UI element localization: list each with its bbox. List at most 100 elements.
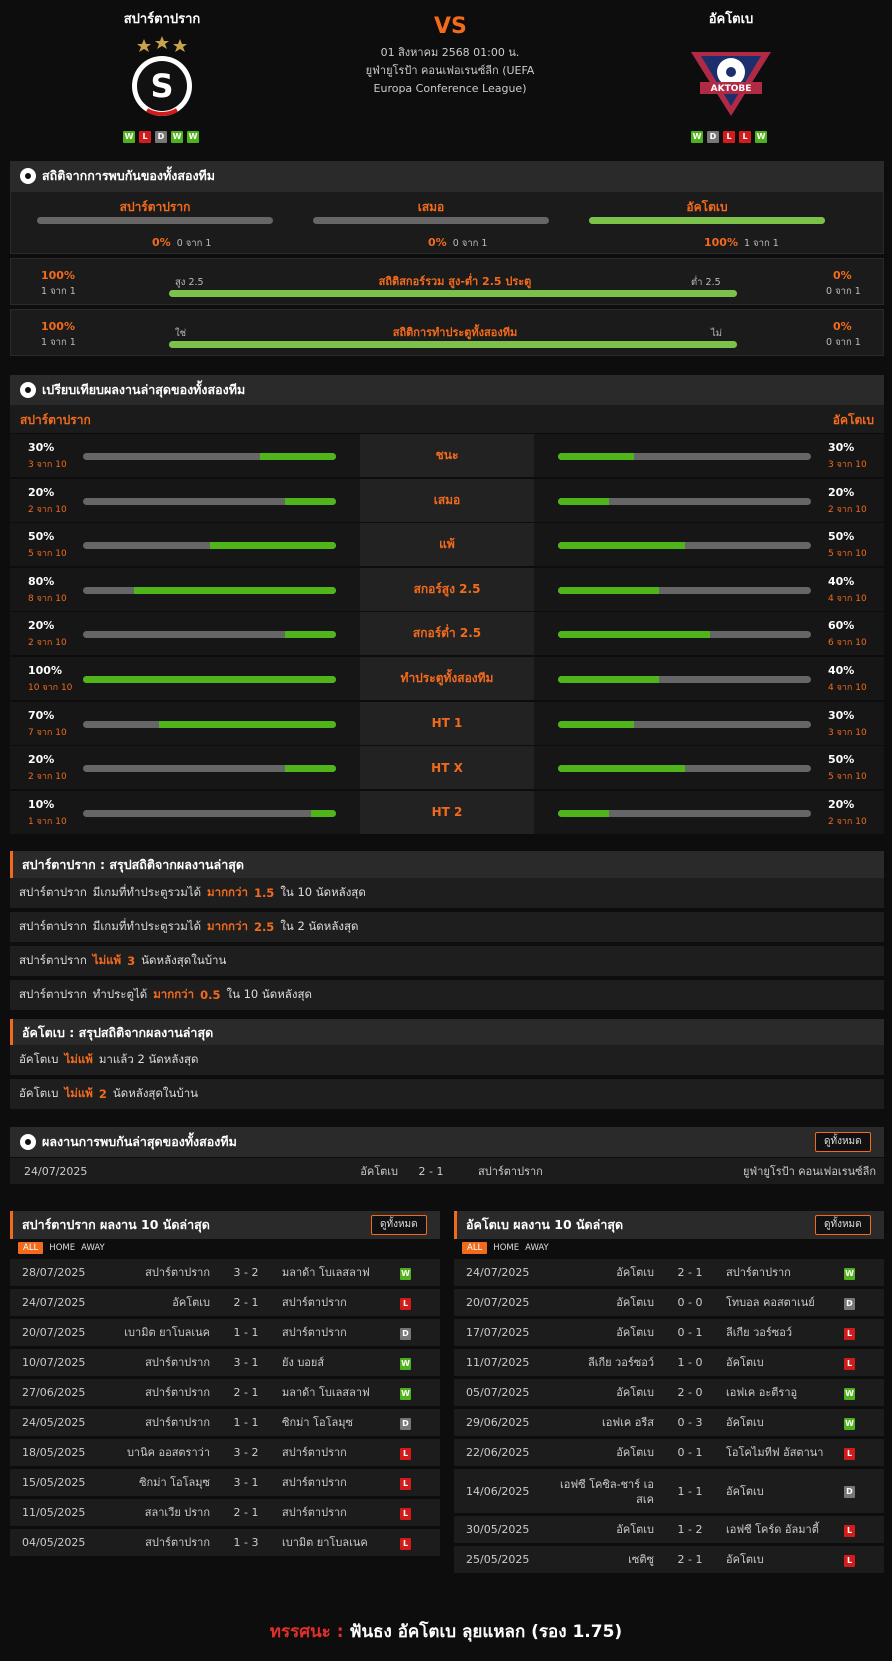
match-away: สปาร์ตาปราก	[282, 1296, 347, 1309]
summary-highlight: มากกว่า	[207, 919, 248, 933]
match-home: อัคโตเบ	[616, 1523, 654, 1536]
match-row[interactable]: 28/07/2025 สปาร์ตาปราก 3 - 2 มลาด้า โบเลสลา…	[10, 1259, 440, 1287]
btts-left-pct: 100%	[41, 320, 75, 333]
match-row[interactable]: 20/07/2025 เบามิต ยาโบลเนค 1 - 1 สปาร์ตาปรา…	[10, 1319, 440, 1347]
match-date: 10/07/2025	[22, 1356, 86, 1369]
summary-team: สปาร์ตาปราก	[19, 885, 87, 899]
h2h-view-all-button[interactable]: ดูทั้งหมด	[815, 1132, 871, 1152]
match-row[interactable]: 14/06/2025 เอฟซี โคซิล-ชาร์ เอสเค 1 - 1 อัค…	[454, 1469, 884, 1514]
compare-home-pct: 20%	[28, 753, 55, 767]
match-away: ยัง บอยส์	[282, 1356, 325, 1369]
ou-bar-fill	[169, 290, 737, 297]
match-away: อัคโตเบ	[726, 1553, 764, 1566]
compare-away-value: 50% 5 จาก 10	[828, 530, 867, 560]
tab-home[interactable]: HOME	[493, 1243, 519, 1253]
h2h-stats-title: สถิติจากการพบกันของทั้งสองทีม	[42, 168, 216, 183]
compare-home-pct: 20%	[28, 619, 55, 633]
compare-away-bar	[558, 586, 811, 594]
match-home: อัคโตเบ	[616, 1446, 654, 1459]
compare-away-bar-fill	[558, 809, 609, 817]
match-result-badge: W	[844, 1267, 855, 1280]
match-away: สปาร์ตาปราก	[282, 1446, 347, 1459]
compare-home-value: 70% 7 จาก 10	[28, 709, 67, 739]
match-date: 14/06/2025	[466, 1485, 530, 1498]
match-row[interactable]: 27/06/2025 สปาร์ตาปราก 2 - 1 มลาด้า โบเลสลา…	[10, 1379, 440, 1407]
match-row[interactable]: 22/06/2025 อัคโตเบ 0 - 1 โอโคไมทีฟ อัสตานา L	[454, 1439, 884, 1467]
compare-home-sub: 1 จาก 10	[28, 816, 67, 827]
compare-away-sub: 5 จาก 10	[828, 549, 867, 560]
compare-home-name: สปาร์ตาปราก	[20, 413, 91, 427]
compare-away-value: 30% 3 จาก 10	[828, 709, 867, 739]
match-result-badge: W	[400, 1387, 411, 1400]
summary-row: อัคโตเบ ไม่แพ้ 2 นัดหลังสุดในบ้าน	[10, 1079, 884, 1109]
match-row[interactable]: 18/05/2025 บานิค ออสตราว่า 3 - 2 สปาร์ตาปรา…	[10, 1439, 440, 1467]
match-score: 3 - 2	[233, 1266, 259, 1279]
match-row[interactable]: 25/05/2025 เซติซู 2 - 1 อัคโตเบ L	[454, 1546, 884, 1574]
match-home: ลีเกีย วอร์ซอว์	[587, 1356, 654, 1369]
match-home: สปาร์ตาปราก	[145, 1386, 210, 1399]
h2h-col: เสมอ 0% 0 จาก 1	[313, 192, 549, 252]
h2h-col-label: เสมอ	[417, 200, 445, 214]
h2h-col: สปาร์ตาปราก 0% 0 จาก 1	[37, 192, 273, 252]
match-row[interactable]: 20/07/2025 อัคโตเบ 0 - 0 โทบอล คอสตาเนย์ D	[454, 1289, 884, 1317]
compare-team-row: สปาร์ตาปราก อัคโตเบ	[10, 405, 884, 433]
match-date: 11/07/2025	[466, 1356, 530, 1369]
tab-away[interactable]: AWAY	[81, 1243, 105, 1253]
match-result-badge: L	[844, 1554, 855, 1567]
form-badge: W	[755, 131, 767, 143]
home-last10-view-all[interactable]: ดูทั้งหมด	[371, 1215, 427, 1235]
compare-away-bar	[558, 453, 811, 460]
match-row[interactable]: 24/07/2025 อัคโตเบ 2 - 1 สปาร์ตาปราก L	[10, 1289, 440, 1317]
compare-row: 50% 5 จาก 10 แพ้ 50% 5 จาก 10	[10, 523, 884, 568]
match-result-badge: L	[400, 1507, 411, 1520]
summary-text: มีเกมที่ทำประตูรวมได้	[92, 919, 202, 933]
compare-home-bar-fill	[83, 676, 336, 683]
compare-away-sub: 2 จาก 10	[828, 816, 867, 827]
match-row[interactable]: 04/05/2025 สปาร์ตาปราก 1 - 3 เบามิต ยาโบลเน…	[10, 1529, 440, 1557]
h2h-col: อัคโตเบ 100% 1 จาก 1	[589, 192, 825, 252]
away-last10-view-all[interactable]: ดูทั้งหมด	[815, 1215, 871, 1235]
match-row[interactable]: 17/07/2025 อัคโตเบ 0 - 1 ลีเกีย วอร์ซอว์ L	[454, 1319, 884, 1347]
match-row[interactable]: 10/07/2025 สปาร์ตาปราก 3 - 1 ยัง บอยส์ W	[10, 1349, 440, 1377]
compare-away-pct: 40%	[828, 574, 855, 588]
summary-row: สปาร์ตาปราก มีเกมที่ทำประตูรวมได้ มากกว่า 1…	[10, 878, 884, 908]
match-row[interactable]: 05/07/2025 อัคโตเบ 2 - 0 เอฟเค อะตีราอู W	[454, 1379, 884, 1407]
summary-row: สปาร์ตาปราก ไม่แพ้ 3 นัดหลังสุดในบ้าน	[10, 946, 884, 976]
h2h-col-value: 100% 1 จาก 1	[704, 231, 779, 251]
summary-text: ทำประตูได้	[92, 987, 148, 1001]
form-badge: D	[155, 131, 167, 143]
match-score: 0 - 1	[677, 1446, 703, 1459]
compare-home-pct: 50%	[28, 530, 55, 544]
compare-home-sub: 2 จาก 10	[28, 772, 67, 783]
match-result-badge: W	[844, 1417, 855, 1430]
compare-home-value: 20% 2 จาก 10	[28, 619, 67, 649]
compare-label: ชนะ	[360, 434, 534, 477]
h2h-win-draw-loss: สปาร์ตาปราก 0% 0 จาก 1 เสมอ 0% 0 จาก 1 อัคโตเบ…	[10, 191, 884, 254]
match-score: 2 - 1	[233, 1296, 259, 1309]
compare-home-bar-fill	[285, 497, 336, 505]
summary-highlight: มากกว่า	[153, 987, 195, 1001]
match-row[interactable]: 11/07/2025 ลีเกีย วอร์ซอว์ 1 - 0 อัคโตเบ L	[454, 1349, 884, 1377]
match-result-badge: D	[844, 1297, 855, 1310]
summary-number: 1.5	[253, 886, 275, 900]
tab-home[interactable]: HOME	[49, 1243, 75, 1253]
tab-all[interactable]: ALL	[462, 1242, 488, 1254]
match-row[interactable]: 24/07/2025 อัคโตเบ 2 - 1 สปาร์ตาปราก W	[454, 1259, 884, 1287]
h2h-result-row[interactable]: 24/07/2025 อัคโตเบ 2 - 1 สปาร์ตาปราก ยูฟ…	[10, 1158, 884, 1185]
match-row[interactable]: 24/05/2025 สปาร์ตาปราก 1 - 1 ซิกม่า โอโลมุซ…	[10, 1409, 440, 1437]
tab-all[interactable]: ALL	[18, 1242, 44, 1254]
tab-away[interactable]: AWAY	[525, 1243, 549, 1253]
match-row[interactable]: 11/05/2025 สลาเวีย ปราก 2 - 1 สปาร์ตาปราก L	[10, 1499, 440, 1527]
compare-label: สกอร์สูง 2.5	[360, 567, 534, 611]
match-away: สปาร์ตาปราก	[726, 1266, 791, 1279]
compare-away-bar-fill	[558, 720, 634, 728]
form-badge: W	[171, 131, 183, 143]
h2h-col-value: 0% 0 จาก 1	[152, 231, 211, 251]
match-result-badge: L	[844, 1357, 855, 1370]
match-row[interactable]: 29/06/2025 เอฟเค อรีส 0 - 3 อัคโตเบ W	[454, 1409, 884, 1437]
match-row[interactable]: 30/05/2025 อัคโตเบ 1 - 2 เอฟซี โคร์ด อัลมาต…	[454, 1516, 884, 1544]
match-date: 25/05/2025	[466, 1553, 530, 1566]
summary-team: สปาร์ตาปราก	[19, 919, 87, 933]
match-row[interactable]: 15/05/2025 ซิกม่า โอโลมุซ 3 - 1 สปาร์ตาปราก…	[10, 1469, 440, 1497]
h2h-col-sub: 0 จาก 1	[452, 238, 488, 249]
